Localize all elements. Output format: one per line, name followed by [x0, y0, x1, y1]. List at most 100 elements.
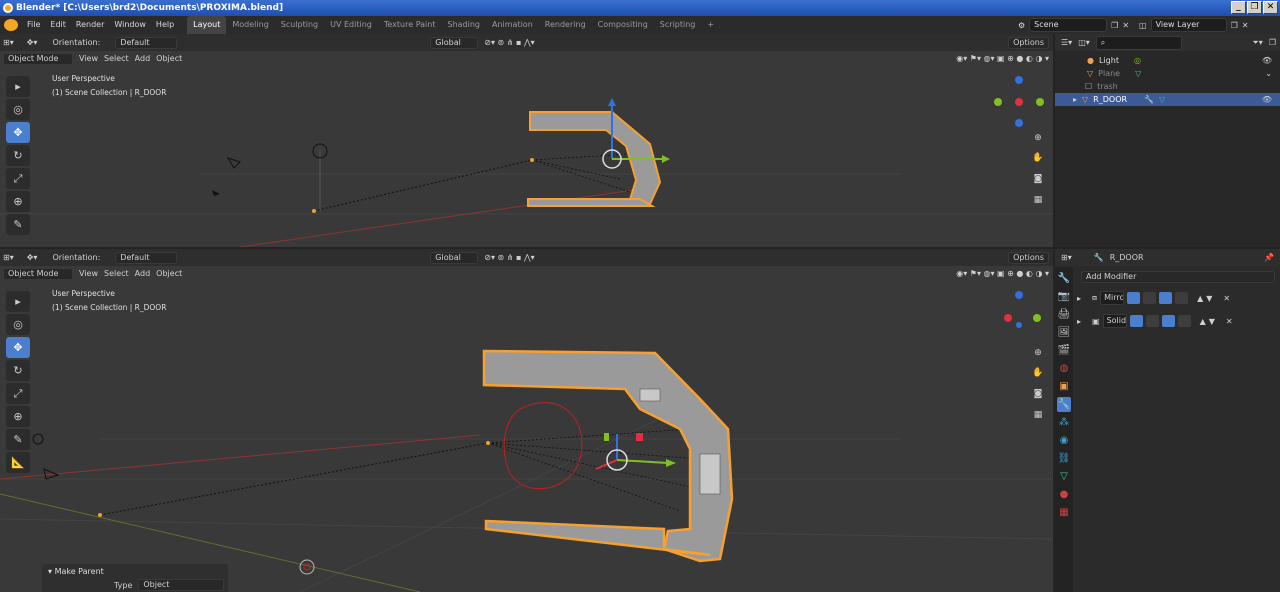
transform-orientation-dropdown-2[interactable]: Global	[430, 251, 479, 264]
zoom-icon[interactable]: ⊕	[1030, 130, 1046, 146]
menu-view-2[interactable]: View	[79, 269, 98, 278]
orientation-dropdown-2[interactable]: Default	[115, 251, 178, 264]
particles-tab-icon[interactable]: ⁂	[1057, 415, 1071, 430]
new-view-layer-icon[interactable]: ❐	[1231, 21, 1238, 30]
zoom-icon-2[interactable]: ⊕	[1030, 345, 1046, 361]
properties-editor-icon[interactable]: ⊞▾	[1061, 253, 1072, 262]
viewport-toggle-icon-2[interactable]	[1145, 315, 1159, 327]
type-dropdown[interactable]: Object	[138, 579, 225, 591]
move-down-icon[interactable]: ▼	[1206, 294, 1212, 303]
orientation-dropdown[interactable]: Default	[115, 36, 178, 49]
rotate-tool-icon[interactable]: ↻	[6, 145, 30, 166]
tab-rendering[interactable]: Rendering	[539, 16, 592, 34]
tab-uv-editing[interactable]: UV Editing	[324, 16, 378, 34]
outliner-row-trash[interactable]: ☐ trash	[1055, 80, 1280, 93]
menu-view[interactable]: View	[79, 54, 98, 63]
outliner-editor-icon[interactable]: ☰▾	[1061, 38, 1072, 47]
cursor-tool-icon[interactable]: ◎	[6, 99, 30, 120]
perspective-toggle-icon-2[interactable]: ▦	[1030, 407, 1046, 423]
menu-object[interactable]: Object	[156, 54, 182, 63]
transform-orientation-dropdown[interactable]: Global	[430, 36, 479, 49]
display-mode-icon[interactable]: ◫▾	[1078, 38, 1090, 47]
filter-icon[interactable]: ⏷▾	[1252, 38, 1262, 48]
viewport-toggle-icon[interactable]	[1143, 292, 1157, 304]
render-tab-icon[interactable]: 📷	[1057, 289, 1071, 304]
remove-modifier-icon-2[interactable]: ✕	[1226, 317, 1233, 326]
tab-animation[interactable]: Animation	[486, 16, 539, 34]
scale-tool-icon-2[interactable]: ⤢	[6, 383, 30, 404]
transform-tool-icon[interactable]: ⊕	[6, 191, 30, 212]
shading-controls-icon-2[interactable]: ◉▾ ⚑▾ ◍▾ ▣ ⊕ ● ◐ ◑ ▾	[956, 269, 1049, 278]
cage-toggle-icon[interactable]	[1175, 292, 1189, 304]
modifier-row-solidify[interactable]: ▸ ▣ Solidi ▲ ▼ ✕	[1077, 313, 1277, 329]
options-dropdown[interactable]: Options	[1008, 36, 1049, 49]
modifier-row-mirror[interactable]: ▸ ⧈ Mirro ▲ ▼ ✕	[1077, 290, 1277, 306]
output-tab-icon[interactable]: 🖨	[1057, 307, 1071, 322]
transform-tool-icon-2[interactable]: ⊕	[6, 406, 30, 427]
visibility-eye-icon[interactable]: 👁	[1262, 56, 1272, 65]
mode-dropdown[interactable]: Object Mode	[3, 52, 73, 65]
menu-select-2[interactable]: Select	[104, 269, 129, 278]
move-tool-icon-2[interactable]: ✥	[6, 337, 30, 358]
remove-modifier-icon[interactable]: ✕	[1223, 294, 1230, 303]
annotate-tool-icon-2[interactable]: ✎	[6, 429, 30, 450]
collection-checkbox-icon[interactable]: ☐	[1085, 82, 1092, 91]
viewport-bottom[interactable]: ⊞▾ ✥▾ Orientation: Default Global ⊘▾ ⊚ ⋔…	[0, 249, 1053, 592]
move-down-icon-2[interactable]: ▼	[1209, 317, 1215, 326]
scale-tool-icon[interactable]: ⤢	[6, 168, 30, 189]
new-collection-icon[interactable]: ❐	[1269, 38, 1276, 47]
menu-help[interactable]: Help	[151, 16, 179, 34]
editmode-toggle-icon-2[interactable]	[1161, 315, 1175, 327]
outliner-row-light[interactable]: ● Light ◎ 👁	[1055, 54, 1280, 67]
close-button[interactable]: ✕	[1263, 1, 1278, 14]
tab-sculpting[interactable]: Sculpting	[275, 16, 324, 34]
view-layer-tab-icon[interactable]: 🖼	[1057, 325, 1071, 340]
annotate-tool-icon[interactable]: ✎	[6, 214, 30, 235]
pan-hand-icon[interactable]: ✋	[1030, 150, 1046, 166]
camera-view-icon[interactable]: ◙	[1030, 171, 1046, 187]
data-tab-icon[interactable]: ▽	[1057, 469, 1071, 484]
transform-pivot-icon[interactable]: ✥▾	[27, 38, 38, 47]
restore-button[interactable]: ❐	[1247, 1, 1262, 14]
mode-dropdown-2[interactable]: Object Mode	[3, 267, 73, 280]
scene-icon[interactable]: ⚙	[1018, 21, 1025, 30]
minimize-button[interactable]: _	[1231, 1, 1246, 14]
collapse-arrow-icon[interactable]: ▾	[48, 567, 52, 576]
snap-icon[interactable]: ⊘▾ ⊚ ⋔ ▪ ⋀▾	[484, 38, 534, 47]
select-tool-icon-2[interactable]: ▸	[6, 291, 30, 312]
shading-controls-icon[interactable]: ◉▾ ⚑▾ ◍▾ ▣ ⊕ ● ◐ ◑ ▾	[956, 54, 1049, 63]
editmode-toggle-icon[interactable]	[1159, 292, 1173, 304]
move-tool-icon[interactable]: ✥	[6, 122, 30, 143]
expand-arrow-icon[interactable]: ▸	[1073, 95, 1077, 104]
menu-add-2[interactable]: Add	[135, 269, 151, 278]
delete-scene-icon[interactable]: ✕	[1122, 21, 1129, 30]
camera-view-icon-2[interactable]: ◙	[1030, 386, 1046, 402]
visibility-eye-icon-2[interactable]: 👁	[1262, 95, 1272, 104]
tab-compositing[interactable]: Compositing	[592, 16, 654, 34]
editor-type-icon[interactable]: ⊞▾	[3, 38, 14, 47]
physics-tab-icon[interactable]: ◉	[1057, 433, 1071, 448]
tab-scripting[interactable]: Scripting	[654, 16, 702, 34]
tab-modeling[interactable]: Modeling	[226, 16, 274, 34]
texture-tab-icon[interactable]: ▦	[1057, 505, 1071, 520]
render-toggle-icon-2[interactable]	[1129, 315, 1143, 327]
tab-layout[interactable]: Layout	[187, 16, 227, 34]
add-modifier-dropdown[interactable]: Add Modifier	[1081, 271, 1275, 283]
move-up-icon-2[interactable]: ▲	[1200, 317, 1206, 326]
menu-select[interactable]: Select	[104, 54, 129, 63]
move-up-icon[interactable]: ▲	[1197, 294, 1203, 303]
outliner-search-input[interactable]: ⌕	[1095, 35, 1182, 50]
menu-add[interactable]: Add	[135, 54, 151, 63]
menu-object-2[interactable]: Object	[156, 269, 182, 278]
outliner-row-r-door[interactable]: ▸ ▽ R_DOOR 🔧 ▽ 👁	[1055, 93, 1280, 106]
render-toggle-icon[interactable]	[1127, 292, 1141, 304]
editor-type-icon-2[interactable]: ⊞▾	[3, 253, 14, 262]
add-workspace-button[interactable]: +	[701, 16, 720, 34]
blender-menu-icon[interactable]	[4, 19, 18, 31]
expand-arrow-icon-2[interactable]: ▸	[1077, 294, 1081, 303]
menu-window[interactable]: Window	[109, 16, 151, 34]
modifier-name-field[interactable]: Mirro	[1100, 291, 1125, 305]
scene-tab-icon[interactable]: 🎬	[1057, 343, 1071, 358]
view-layer-icon[interactable]: ◫	[1139, 21, 1147, 30]
tab-shading[interactable]: Shading	[441, 16, 486, 34]
